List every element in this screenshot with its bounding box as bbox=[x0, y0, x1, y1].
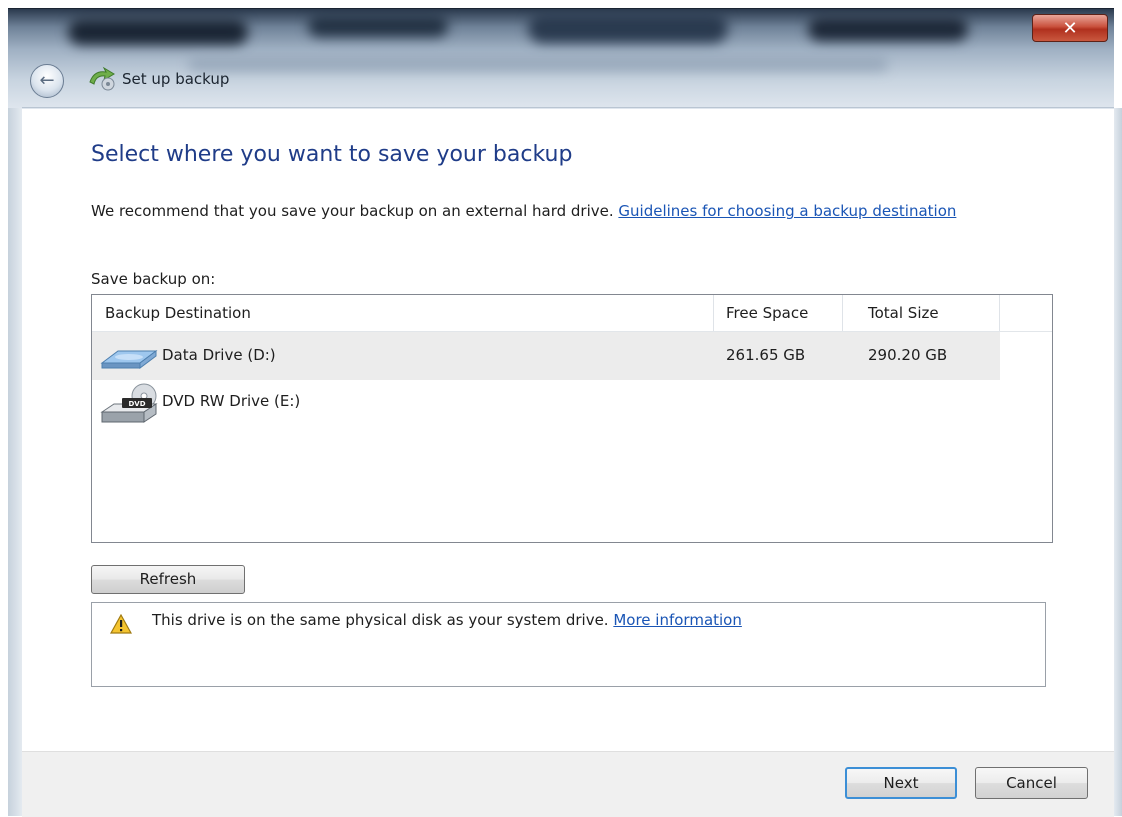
list-header: Backup Destination Free Space Total Size bbox=[92, 295, 1052, 332]
guidelines-link[interactable]: Guidelines for choosing a backup destina… bbox=[618, 202, 956, 220]
footer-bar: Next Cancel bbox=[22, 751, 1114, 817]
titlebar-glass-streak bbox=[68, 19, 248, 45]
warning-message: This drive is on the same physical disk … bbox=[152, 611, 742, 629]
recommendation-text: We recommend that you save your backup o… bbox=[91, 201, 1071, 221]
backup-icon bbox=[89, 66, 115, 91]
window-frame-right bbox=[1114, 108, 1122, 816]
backup-destination-list[interactable]: Backup Destination Free Space Total Size… bbox=[91, 294, 1053, 543]
column-separator bbox=[713, 295, 714, 331]
titlebar-glass-streak bbox=[188, 57, 888, 71]
warning-text: This drive is on the same physical disk … bbox=[152, 611, 614, 629]
destination-name: Data Drive (D:) bbox=[162, 346, 276, 364]
recommendation-body: We recommend that you save your backup o… bbox=[91, 202, 619, 220]
back-button[interactable]: ← bbox=[30, 64, 64, 98]
column-header-total-size[interactable]: Total Size bbox=[868, 304, 939, 322]
destination-row-dvd-drive[interactable]: DVD DVD RW Drive (E:) bbox=[92, 382, 1000, 430]
more-information-link[interactable]: More information bbox=[613, 611, 742, 629]
column-header-destination[interactable]: Backup Destination bbox=[105, 304, 251, 322]
window-titlebar bbox=[8, 8, 1114, 109]
refresh-button[interactable]: Refresh bbox=[91, 565, 245, 594]
close-button[interactable]: ✕ bbox=[1032, 14, 1108, 42]
content-divider bbox=[22, 107, 1114, 108]
column-separator bbox=[842, 295, 843, 331]
page-title: Select where you want to save your backu… bbox=[91, 142, 573, 167]
warning-panel: This drive is on the same physical disk … bbox=[91, 602, 1046, 687]
back-arrow-icon: ← bbox=[39, 70, 55, 91]
dvd-drive-icon: DVD bbox=[100, 383, 158, 423]
svg-text:DVD: DVD bbox=[128, 400, 145, 408]
destination-row-data-drive[interactable]: Data Drive (D:) 261.65 GB 290.20 GB bbox=[92, 332, 1000, 380]
total-size-value: 290.20 GB bbox=[868, 346, 948, 364]
column-separator bbox=[999, 295, 1000, 331]
column-header-free-space[interactable]: Free Space bbox=[726, 304, 808, 322]
save-on-label: Save backup on: bbox=[91, 270, 216, 288]
close-icon: ✕ bbox=[1062, 18, 1078, 39]
window-title: Set up backup bbox=[122, 70, 230, 88]
warning-icon bbox=[110, 614, 132, 634]
cancel-button[interactable]: Cancel bbox=[975, 767, 1088, 799]
titlebar-glass-streak bbox=[528, 13, 728, 43]
free-space-value: 261.65 GB bbox=[726, 346, 806, 364]
titlebar-glass-streak bbox=[308, 15, 448, 37]
destination-name: DVD RW Drive (E:) bbox=[162, 392, 301, 410]
titlebar-glass-streak bbox=[808, 17, 968, 41]
hard-drive-icon bbox=[100, 350, 158, 369]
next-button[interactable]: Next bbox=[845, 767, 957, 799]
window-frame-left bbox=[8, 108, 22, 816]
